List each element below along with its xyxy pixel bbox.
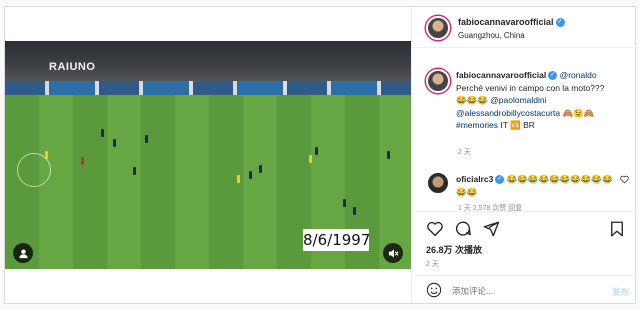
mention-link[interactable]: @paolomaldini [490,95,546,105]
header-username[interactable]: fabiocannavaroofficial ✓ [458,17,565,28]
caption-emoji: 😂😂😂 [456,95,488,105]
mute-button[interactable] [383,243,403,263]
like-icon[interactable] [426,220,444,238]
post-header: fabiocannavaroofficial ✓ Guangzhou, China [412,7,637,48]
comment-icon[interactable] [454,220,472,238]
post-caption: fabiocannavaroofficial ✓ @ronaldo Perché … [456,69,632,132]
verified-icon: ✓ [555,18,565,28]
advertising-boards [5,81,411,95]
view-count[interactable]: 26.8万 次播放 [426,243,482,256]
player [353,207,356,215]
emoji-icon[interactable] [426,282,442,298]
player [81,157,84,165]
player [249,171,252,179]
share-icon[interactable] [482,220,500,238]
mention-link[interactable]: @ronaldo [560,70,597,80]
user-icon [18,248,28,258]
comment-like-icon[interactable] [620,175,629,184]
comment: oficialrc3 ✓ 😂😂😂😂😂😂😂😂😂😂😂😂 [456,173,616,198]
post-dialog: RAIUNO 8/6/1997 fabiocannavaroofficial ✓ … [4,6,637,304]
caption-username[interactable]: fabiocannavaroofficial [456,70,546,80]
player [133,167,136,175]
caption-text: Perché venivi in campo con la moto??? [456,82,605,93]
player [237,175,240,183]
post-time: 2 天 [426,261,439,268]
comment-username[interactable]: oficialrc3 [456,174,493,184]
comment-avatar[interactable] [426,171,450,195]
location-link[interactable]: Guangzhou, China [458,31,525,40]
action-bar [412,211,637,241]
player [387,151,390,159]
player [315,147,318,155]
video-player[interactable]: RAIUNO 8/6/1997 [5,41,411,269]
mention-link[interactable]: @alessandrobillycostacurta [456,108,560,118]
post-comment-button[interactable]: 发布 [612,286,629,298]
comment-input[interactable] [452,284,592,298]
date-overlay: 8/6/1997 [303,229,371,251]
tagged-user-button[interactable] [13,243,33,263]
verified-icon: ✓ [495,175,505,185]
hashtag-link[interactable]: #memories [456,120,498,130]
player [343,199,346,207]
player [259,165,262,173]
player [309,155,312,163]
player [113,139,116,147]
player [101,129,104,137]
header-username-text[interactable]: fabiocannavaroofficial [458,17,554,27]
player [145,135,148,143]
broadcaster-logo: RAIUNO [49,61,96,73]
avatar[interactable] [426,16,450,40]
bookmark-icon[interactable] [608,220,626,238]
caption-time: 2 天 [458,149,471,156]
speaker-muted-icon [388,248,399,258]
pitch-circle [17,153,51,187]
post-sidebar: fabiocannavaroofficial ✓ Guangzhou, China… [411,7,637,303]
verified-icon: ✓ [548,71,558,81]
caption-flags: IT 🆚 BR [500,120,535,130]
caption-avatar[interactable] [426,69,450,93]
caption-emoji: 🙈😉🙈 [562,107,595,118]
comment-bar: 发布 [412,275,637,303]
